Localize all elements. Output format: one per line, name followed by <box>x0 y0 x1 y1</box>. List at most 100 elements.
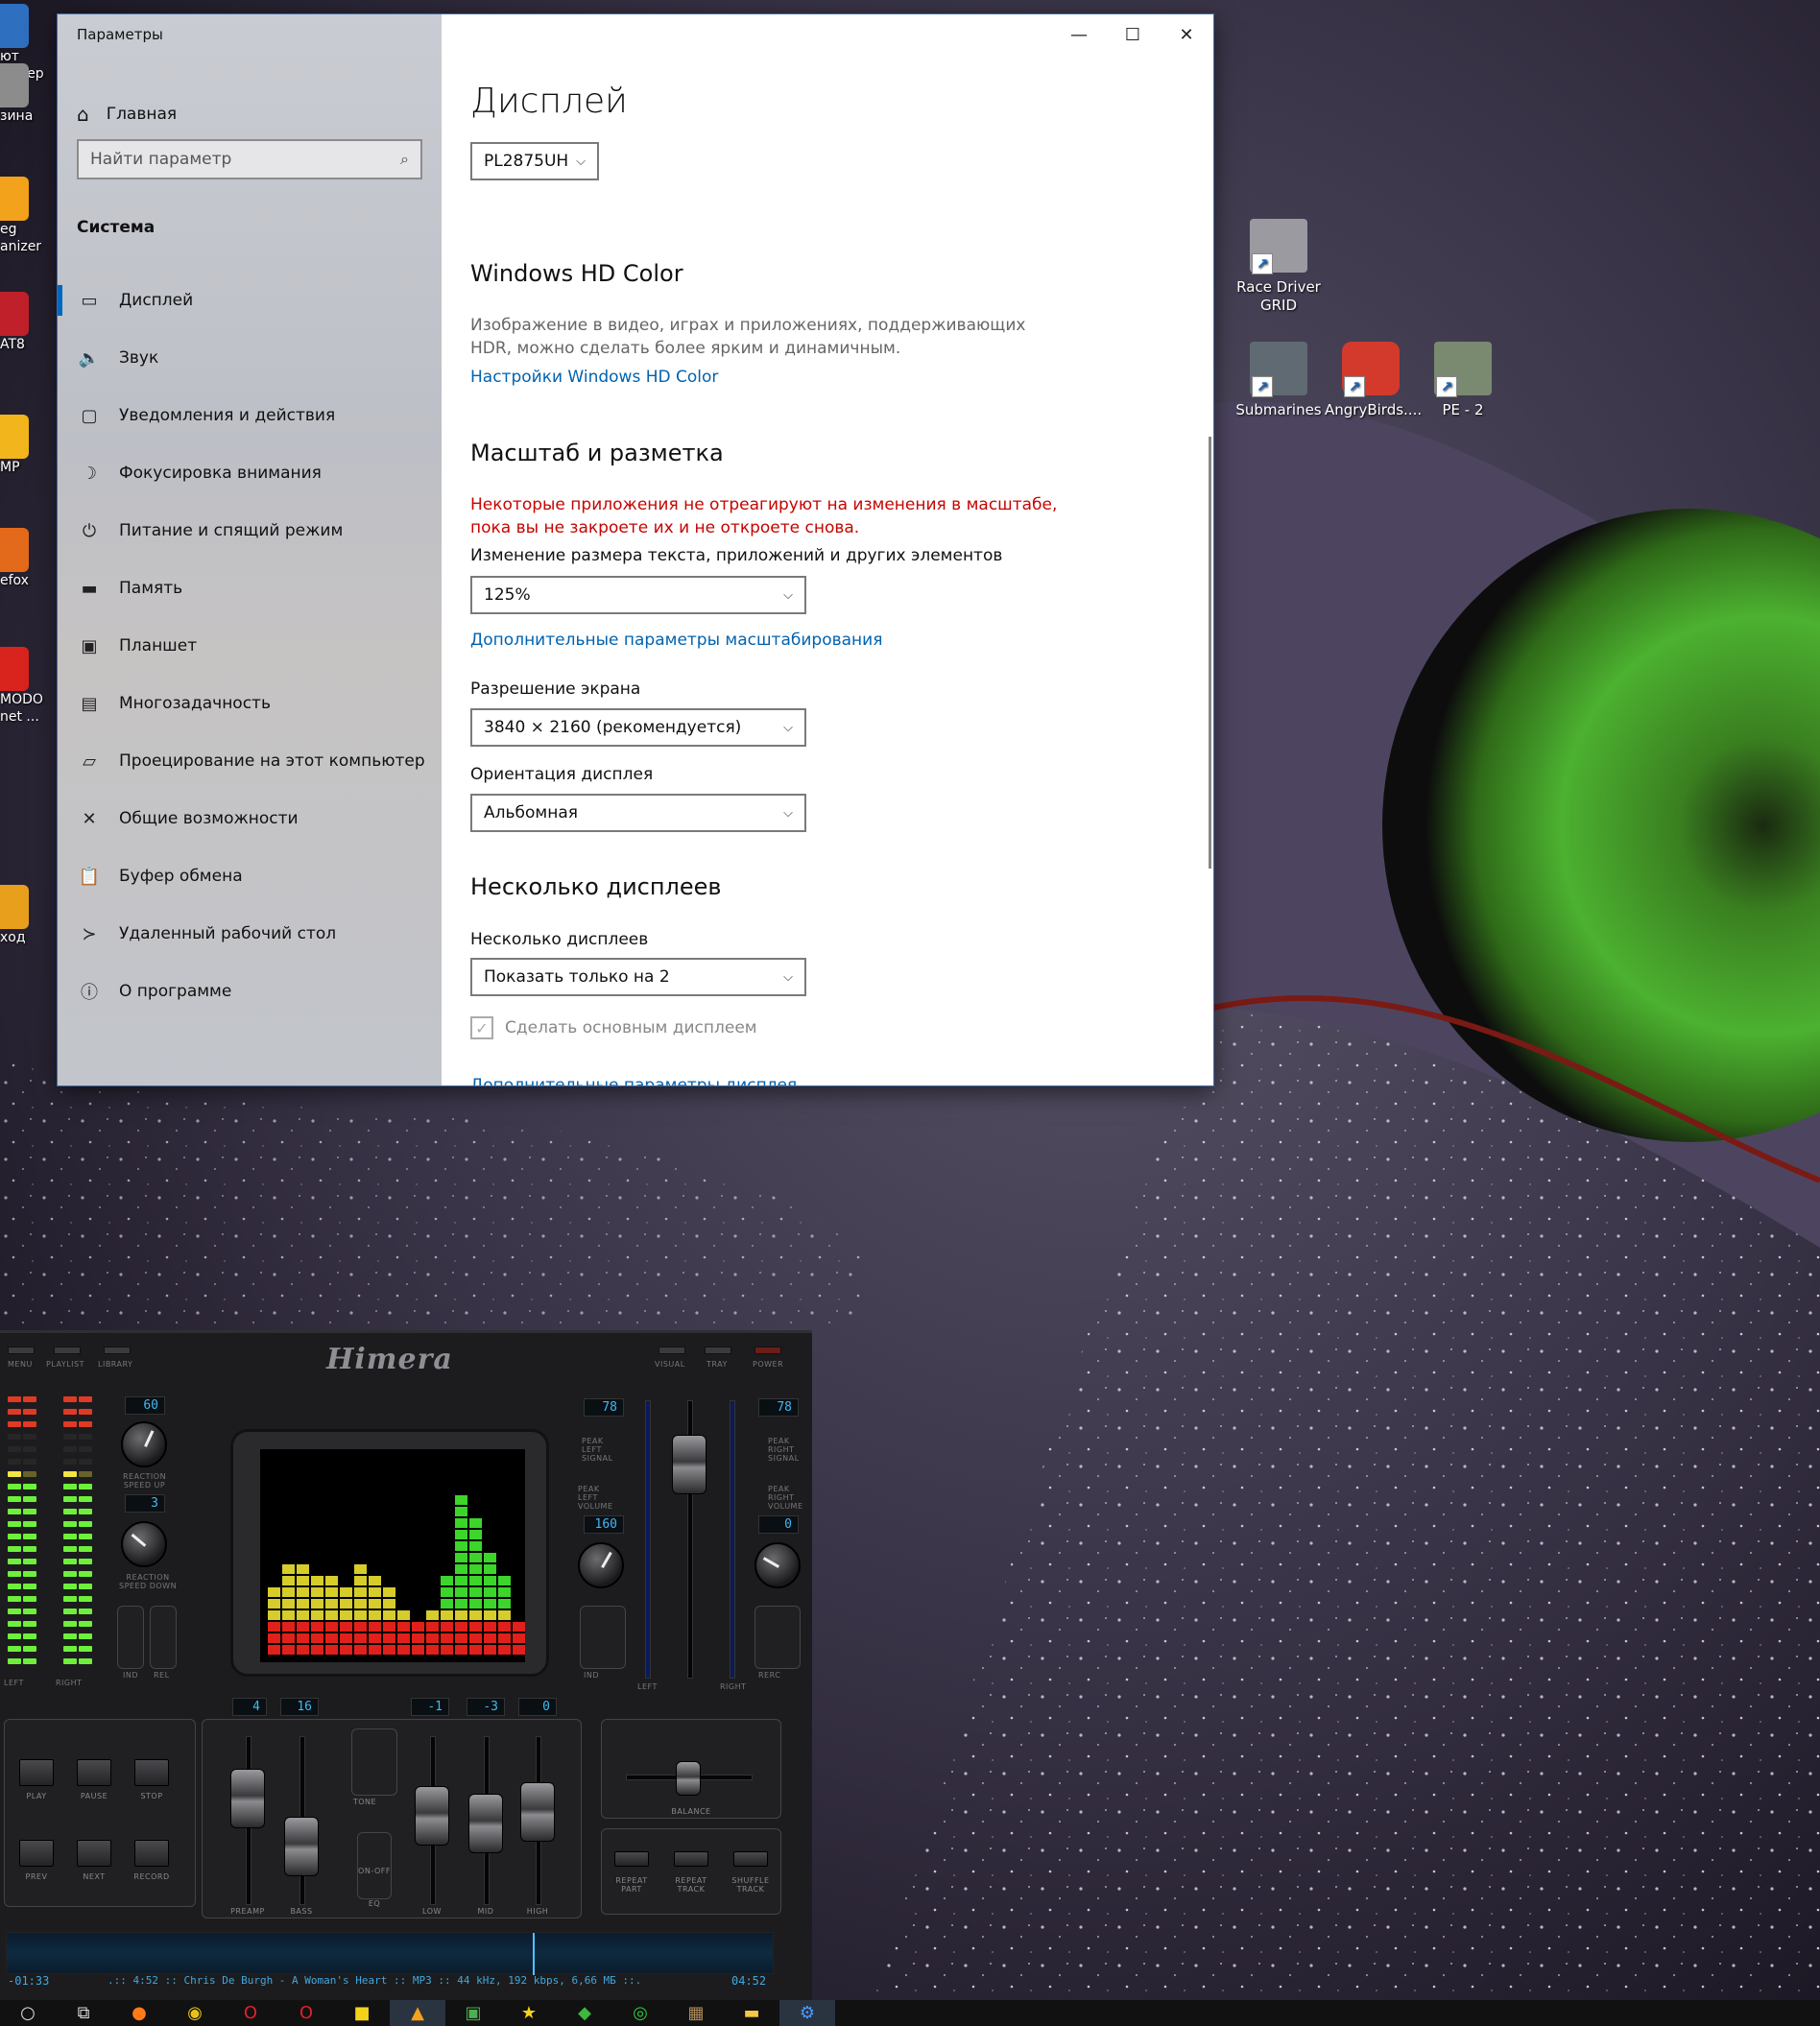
nav-item-monitor[interactable]: ▭ Дисплей <box>58 272 442 329</box>
menu-button[interactable] <box>8 1347 35 1354</box>
stop-button[interactable] <box>134 1759 169 1786</box>
whatsapp-icon[interactable]: ◎ <box>612 2000 668 2026</box>
opera-icon[interactable]: O <box>223 2000 278 2026</box>
pause-button[interactable] <box>77 1759 111 1786</box>
prev-button[interactable] <box>19 1840 54 1867</box>
aimp-icon[interactable]: ▲ <box>390 2000 445 2026</box>
nav-item-speaker[interactable]: 🔈 Звук <box>58 329 442 387</box>
spectrum-display <box>260 1449 525 1662</box>
app-icon <box>0 528 29 572</box>
settings-gear-icon[interactable]: ⚙ <box>779 2000 835 2026</box>
desktop-icon-label: eg anizer <box>0 222 42 254</box>
desktop-icon-left[interactable]: зина <box>0 63 58 125</box>
desktop-icon-left[interactable]: efox <box>0 528 58 589</box>
nav-item-moon[interactable]: ☽ Фокусировка внимания <box>58 444 442 502</box>
nav-item-label: Общие возможности <box>119 809 299 828</box>
explorer-icon[interactable]: ▬ <box>724 2000 779 2026</box>
monitor-icon: ▭ <box>81 290 98 311</box>
nav-item-notification[interactable]: ▢ Уведомления и действия <box>58 387 442 444</box>
desktop-icon-left[interactable]: AT8 <box>0 292 58 353</box>
desktop-icon-left[interactable]: eg anizer <box>0 177 58 255</box>
bass-fader[interactable] <box>284 1817 319 1876</box>
mid-fader[interactable] <box>468 1794 503 1853</box>
reaction-down-knob[interactable] <box>121 1521 167 1567</box>
preamp-fader[interactable] <box>230 1769 265 1828</box>
advanced-scaling-link[interactable]: Дополнительные параметры масштабирования <box>470 631 882 650</box>
star-icon[interactable]: ★ <box>501 2000 557 2026</box>
visual-button[interactable] <box>659 1347 685 1354</box>
app-green-icon[interactable]: ▣ <box>445 2000 501 2026</box>
vu-led <box>8 1546 21 1552</box>
high-fader[interactable] <box>520 1782 555 1842</box>
vu-right-label: RIGHT <box>56 1679 83 1687</box>
preamp-label: PREAMP <box>230 1907 265 1916</box>
advanced-display-link[interactable]: Дополнительные параметры дисплея <box>470 1076 797 1085</box>
nav-home[interactable]: ⌂ Главная <box>77 103 177 126</box>
spectrum-screen <box>230 1429 549 1677</box>
desktop-icon-race-driver[interactable]: ↗ Race Driver GRID <box>1233 219 1325 315</box>
desktop-icon-submarines[interactable]: ↗ Submarines <box>1233 342 1325 419</box>
orientation-select[interactable]: Альбомная ⌵ <box>470 794 806 832</box>
scale-select[interactable]: 125% ⌵ <box>470 576 806 614</box>
seek-waveform[interactable] <box>6 1932 774 1975</box>
sticky-icon[interactable]: ■ <box>334 2000 390 2026</box>
left-ind-switch[interactable] <box>580 1606 626 1669</box>
desktop-icon-left[interactable]: MP <box>0 415 58 476</box>
nav-item-info[interactable]: ⓘ О программе <box>58 963 442 1020</box>
gem-icon[interactable]: ◆ <box>557 2000 612 2026</box>
tone-switch[interactable] <box>351 1728 397 1796</box>
right-volume-knob[interactable] <box>754 1542 801 1588</box>
balance-knob[interactable] <box>676 1761 701 1796</box>
spectrum-segment <box>369 1622 381 1632</box>
minimize-icon[interactable]: — <box>1052 14 1106 55</box>
power-button[interactable] <box>754 1347 781 1354</box>
rel-switch[interactable] <box>150 1606 177 1669</box>
nav-item-tablet[interactable]: ▣ Планшет <box>58 617 442 675</box>
desktop-icon-pe2[interactable]: ↗ PE - 2 <box>1417 342 1509 419</box>
play-button[interactable] <box>19 1759 54 1786</box>
ind-switch[interactable] <box>117 1606 144 1669</box>
reaction-up-knob[interactable] <box>121 1421 167 1467</box>
primary-display-checkbox[interactable]: ✓ Сделать основным дисплеем <box>470 1016 757 1039</box>
record-button[interactable] <box>134 1840 169 1867</box>
game-icon[interactable]: ▦ <box>668 2000 724 2026</box>
nav-item-storage[interactable]: ▬ Память <box>58 560 442 617</box>
repeat-track-button[interactable] <box>674 1851 708 1867</box>
rerc-switch[interactable] <box>754 1606 801 1669</box>
playlist-button[interactable] <box>54 1347 81 1354</box>
nav-item-project[interactable]: ▱ Проецирование на этот компьютер <box>58 732 442 790</box>
hdr-settings-link[interactable]: Настройки Windows HD Color <box>470 368 718 387</box>
resolution-select[interactable]: 3840 × 2160 (рекомендуется) ⌵ <box>470 708 806 747</box>
desktop-icon-angrybirds[interactable]: ↗ AngryBirds.... <box>1325 342 1422 419</box>
multi-display-select[interactable]: Показать только на 2 ⌵ <box>470 958 806 996</box>
eq-onoff-switch[interactable] <box>357 1832 392 1899</box>
monitor-select[interactable]: PL2875UH ⌵ <box>470 142 599 180</box>
content-scrollbar[interactable] <box>1209 437 1211 869</box>
opera-gx-icon[interactable]: O <box>278 2000 334 2026</box>
shuffle-track-button[interactable] <box>733 1851 768 1867</box>
low-fader[interactable] <box>415 1786 449 1846</box>
desktop-icon-left[interactable]: ход <box>0 885 58 946</box>
close-icon[interactable]: ✕ <box>1160 14 1213 55</box>
nav-item-clipboard[interactable]: 📋 Буфер обмена <box>58 847 442 905</box>
firefox-icon[interactable]: ● <box>111 2000 167 2026</box>
nav-item-power[interactable]: ⏻ Питание и спящий режим <box>58 502 442 560</box>
repeat-part-button[interactable] <box>614 1851 649 1867</box>
vu-led <box>79 1434 92 1440</box>
maximize-icon[interactable]: ☐ <box>1106 14 1160 55</box>
nav-item-remote[interactable]: ≻ Удаленный рабочий стол <box>58 905 442 963</box>
nav-item-shared[interactable]: ✕ Общие возможности <box>58 790 442 847</box>
chrome-icon[interactable]: ◉ <box>167 2000 223 2026</box>
next-button[interactable] <box>77 1840 111 1867</box>
library-button[interactable] <box>104 1347 131 1354</box>
nav-item-multitask[interactable]: ▤ Многозадачность <box>58 675 442 732</box>
master-volume-fader[interactable] <box>672 1435 706 1494</box>
vu-led <box>63 1546 77 1552</box>
search-input[interactable]: Найти параметр ⌕ <box>77 139 422 179</box>
search-icon[interactable]: ○ <box>0 2000 56 2026</box>
vu-led <box>63 1584 77 1589</box>
left-volume-knob[interactable] <box>578 1542 624 1588</box>
tray-button[interactable] <box>705 1347 731 1354</box>
desktop-icon-left[interactable]: MODO net ... <box>0 647 58 726</box>
task-view-icon[interactable]: ⧉ <box>56 2000 111 2026</box>
